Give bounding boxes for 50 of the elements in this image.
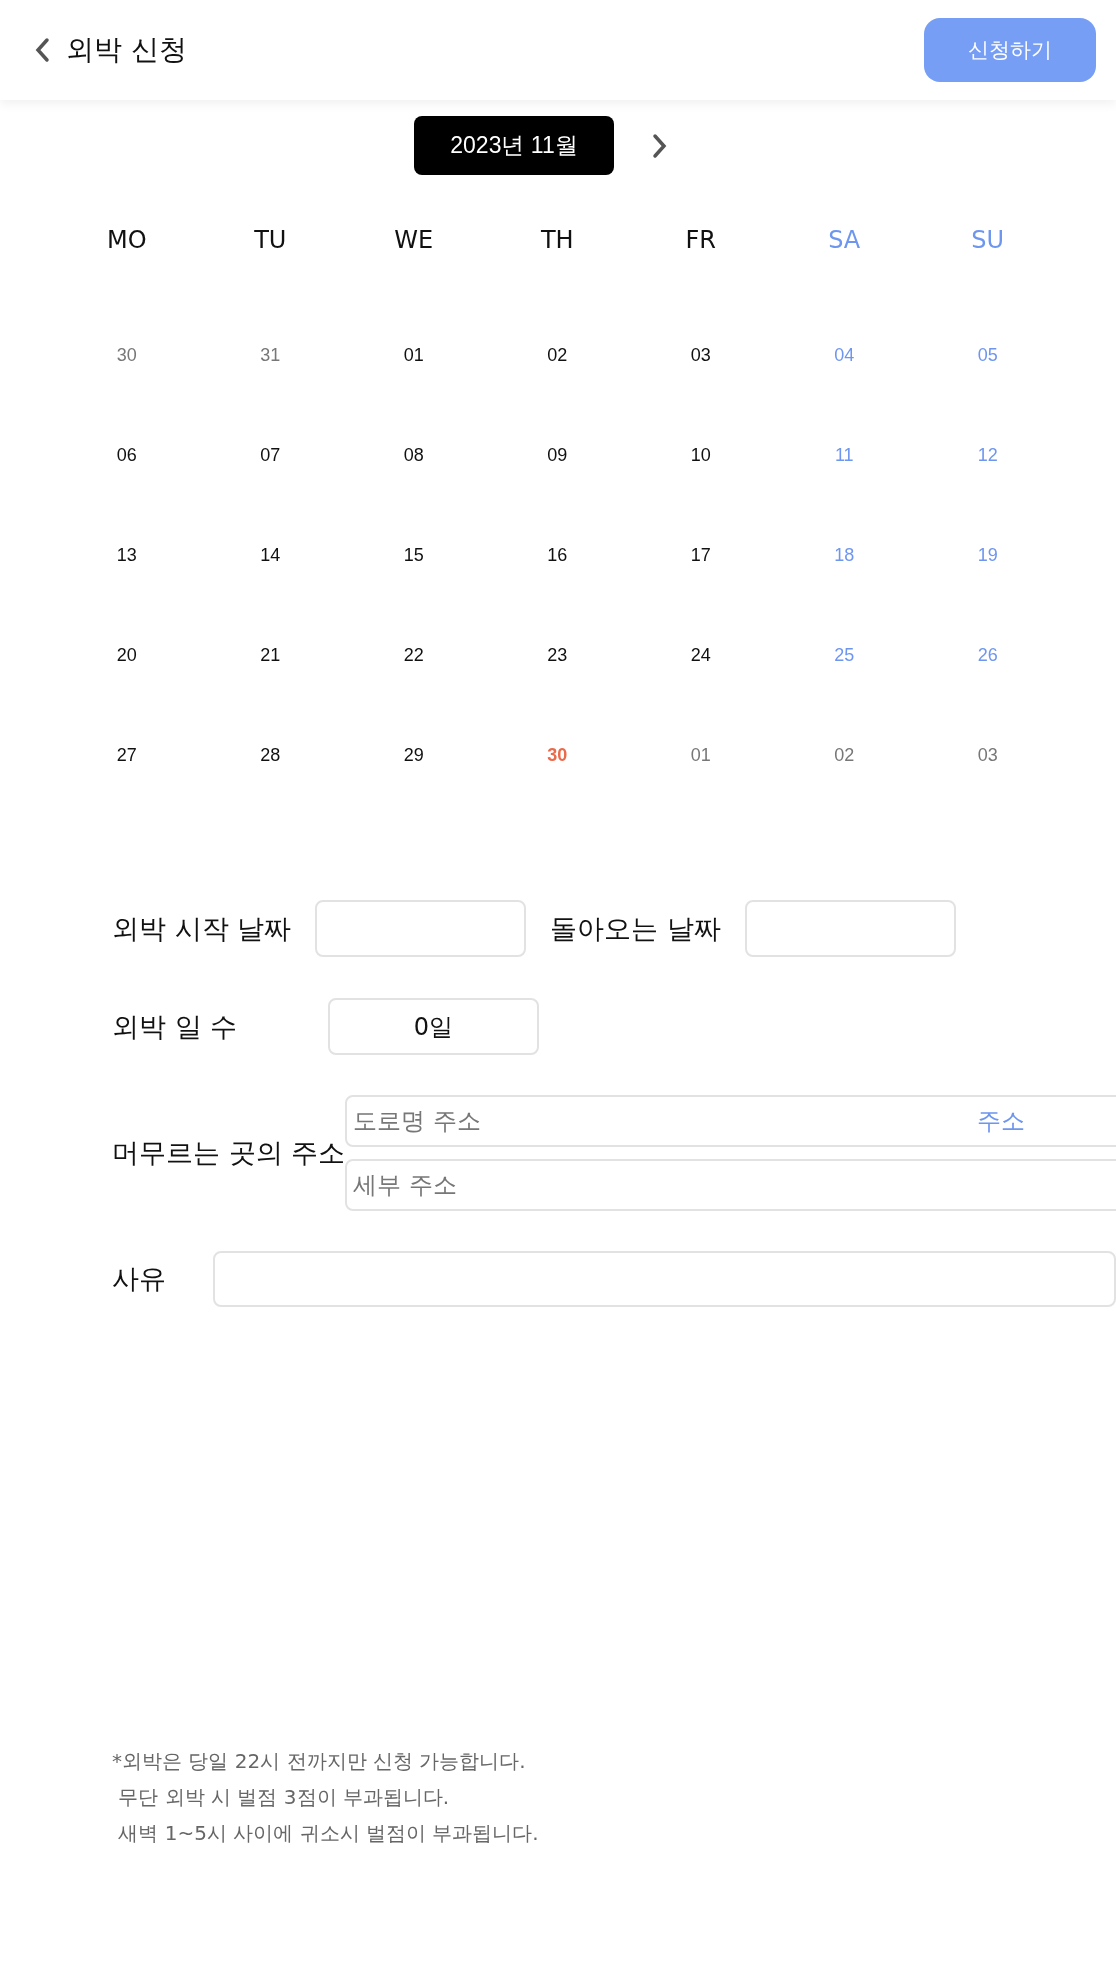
calendar-day[interactable]: 09 (547, 444, 568, 466)
days-field[interactable]: 0일 (328, 998, 539, 1055)
field-label: 외박 시작 날짜 (112, 911, 292, 946)
calendar-day[interactable]: 15 (403, 544, 424, 566)
calendar-day[interactable]: 30 (116, 344, 137, 366)
calendar-day[interactable]: 24 (690, 644, 711, 666)
notice-text: 새벽 1~5시 사이에 귀소시 벌점이 부과됩니다. (117, 1820, 539, 1847)
calendar-day[interactable]: 08 (403, 444, 424, 466)
calendar-day[interactable]: 17 (690, 544, 711, 566)
weekday-label: FR (685, 226, 716, 254)
field-label: 돌아오는 날짜 (550, 911, 721, 946)
calendar-day[interactable]: 14 (260, 544, 281, 566)
calendar-day[interactable]: 20 (116, 644, 137, 666)
back-icon[interactable] (34, 37, 50, 63)
start-date-field[interactable] (315, 900, 527, 957)
return-date-field[interactable] (744, 900, 956, 957)
calendar-day[interactable]: 01 (403, 344, 424, 366)
weekday-label: MO (106, 226, 147, 254)
weekday-label: WE (394, 226, 434, 254)
weekday-label: SU (971, 226, 1005, 254)
field-label: 외박 일 수 (112, 1009, 239, 1044)
page-title: 외박 신청 (66, 32, 187, 68)
field-label: 사유 (112, 1262, 167, 1296)
detail-address-field[interactable]: 세부 주소 (345, 1159, 1116, 1211)
calendar-day[interactable]: 21 (260, 644, 281, 666)
next-month-icon[interactable] (652, 132, 668, 159)
calendar-day[interactable]: 16 (547, 544, 568, 566)
calendar-day[interactable]: 02 (547, 344, 568, 366)
field-label: 머무르는 곳의 주소 (112, 1136, 346, 1170)
calendar-day[interactable]: 06 (116, 444, 137, 466)
calendar-day[interactable]: 13 (116, 544, 137, 566)
calendar-day[interactable]: 31 (260, 344, 281, 366)
calendar-day[interactable]: 07 (260, 444, 281, 466)
calendar-day[interactable]: 29 (403, 744, 424, 766)
calendar-day[interactable]: 03 (977, 744, 998, 766)
calendar-day[interactable]: 10 (690, 444, 711, 466)
notice-text: *외박은 당일 22시 전까지만 신청 가능합니다. (112, 1748, 527, 1775)
weekday-label: TU (254, 226, 287, 254)
calendar-day[interactable]: 01 (690, 744, 711, 766)
notice-text: 무단 외박 시 벌점 3점이 부과됩니다. (117, 1784, 451, 1811)
calendar-day[interactable]: 22 (403, 644, 424, 666)
weekday-label: TH (540, 226, 574, 254)
calendar-day[interactable]: 27 (116, 744, 137, 766)
calendar-day[interactable]: 28 (260, 744, 281, 766)
weekday-label: SA (828, 226, 861, 254)
calendar-day[interactable]: 03 (690, 344, 711, 366)
calendar-day[interactable]: 23 (547, 644, 568, 666)
calendar-day[interactable]: 02 (834, 744, 855, 766)
reason-field[interactable] (212, 1251, 1116, 1307)
month-label[interactable]: 2023년 11월 (414, 116, 614, 175)
